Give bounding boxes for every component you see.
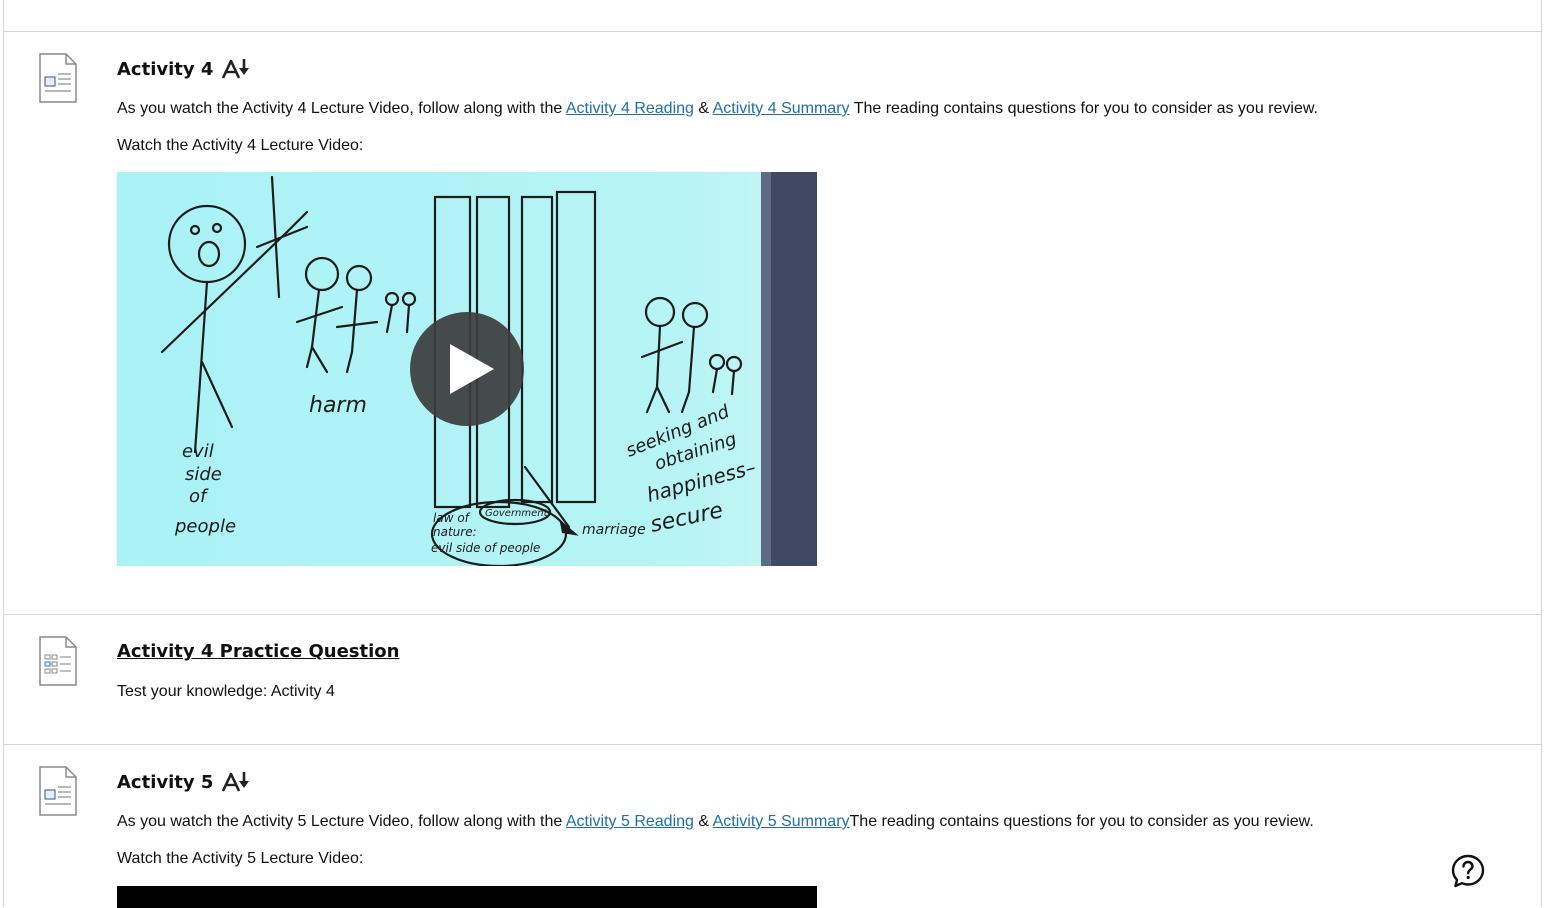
activity-5-title: Activity 5 [117, 771, 214, 793]
activity-5-amp: & [693, 813, 713, 830]
practice-question-link[interactable]: Activity 4 Practice Question [117, 641, 399, 662]
activity-5-title-row: Activity 5 [117, 771, 251, 793]
activity-4-reading-link[interactable]: Activity 4 Reading [566, 100, 694, 117]
activity-4-title-row: Activity 4 [117, 58, 251, 80]
activity-4-video-player[interactable]: evil side of people harm law of nature: … [117, 172, 817, 566]
activity-5-watch-text: Watch the Activity 5 Lecture Video: [117, 850, 364, 867]
activity-5-desc-prefix: As you watch the Activity 5 Lecture Vide… [117, 813, 566, 830]
thumb-label-government: Government [485, 508, 549, 519]
activity-5-description: As you watch the Activity 5 Lecture Vide… [117, 813, 1314, 831]
thumb-label-harm: harm [309, 393, 367, 418]
play-button[interactable] [410, 312, 524, 426]
content-item-activity-4-practice: Activity 4 Practice Question Test your k… [4, 614, 1541, 745]
thumb-label-people: people [174, 516, 236, 537]
play-icon [450, 344, 494, 394]
activity-5-reading-link[interactable]: Activity 5 Reading [566, 813, 694, 830]
course-content-area: Activity 4 As you watch the Activity 4 L… [3, 0, 1542, 908]
document-icon [39, 53, 77, 103]
assessment-document-icon [39, 636, 77, 686]
activity-4-desc-suffix: The reading contains questions for you t… [849, 100, 1318, 117]
activity-4-description: As you watch the Activity 4 Lecture Vide… [117, 100, 1318, 118]
thumb-label-marriage: marriage [582, 522, 646, 538]
ai-font-download-icon[interactable] [221, 58, 251, 80]
activity-4-amp: & [693, 100, 713, 117]
thumb-label-nature: nature: [433, 525, 477, 539]
thumb-label-of: of [189, 486, 209, 507]
practice-description: Test your knowledge: Activity 4 [117, 683, 335, 700]
practice-title-row: Activity 4 Practice Question [117, 641, 399, 662]
thumb-label-evil: evil [182, 441, 214, 462]
ai-font-download-icon[interactable] [221, 771, 251, 793]
activity-4-desc-prefix: As you watch the Activity 4 Lecture Vide… [117, 100, 566, 117]
activity-4-summary-link[interactable]: Activity 4 Summary [713, 100, 850, 117]
help-question-icon[interactable] [1450, 853, 1486, 889]
activity-5-video-player[interactable] [117, 886, 817, 908]
activity-4-title: Activity 4 [117, 58, 214, 80]
activity-5-summary-link[interactable]: Activity 5 Summary [713, 813, 850, 830]
activity-4-watch-text: Watch the Activity 4 Lecture Video: [117, 137, 364, 154]
document-icon [39, 766, 77, 816]
content-item-activity-5: Activity 5 As you watch the Activity 5 L… [4, 744, 1541, 908]
thumb-label-evil-side: evil side of people [431, 541, 540, 555]
thumb-label-law-of: law of [433, 511, 471, 525]
content-item-activity-4: Activity 4 As you watch the Activity 4 L… [4, 31, 1541, 615]
thumb-label-side: side [185, 464, 222, 485]
activity-5-desc-suffix: The reading contains questions for you t… [849, 813, 1314, 830]
